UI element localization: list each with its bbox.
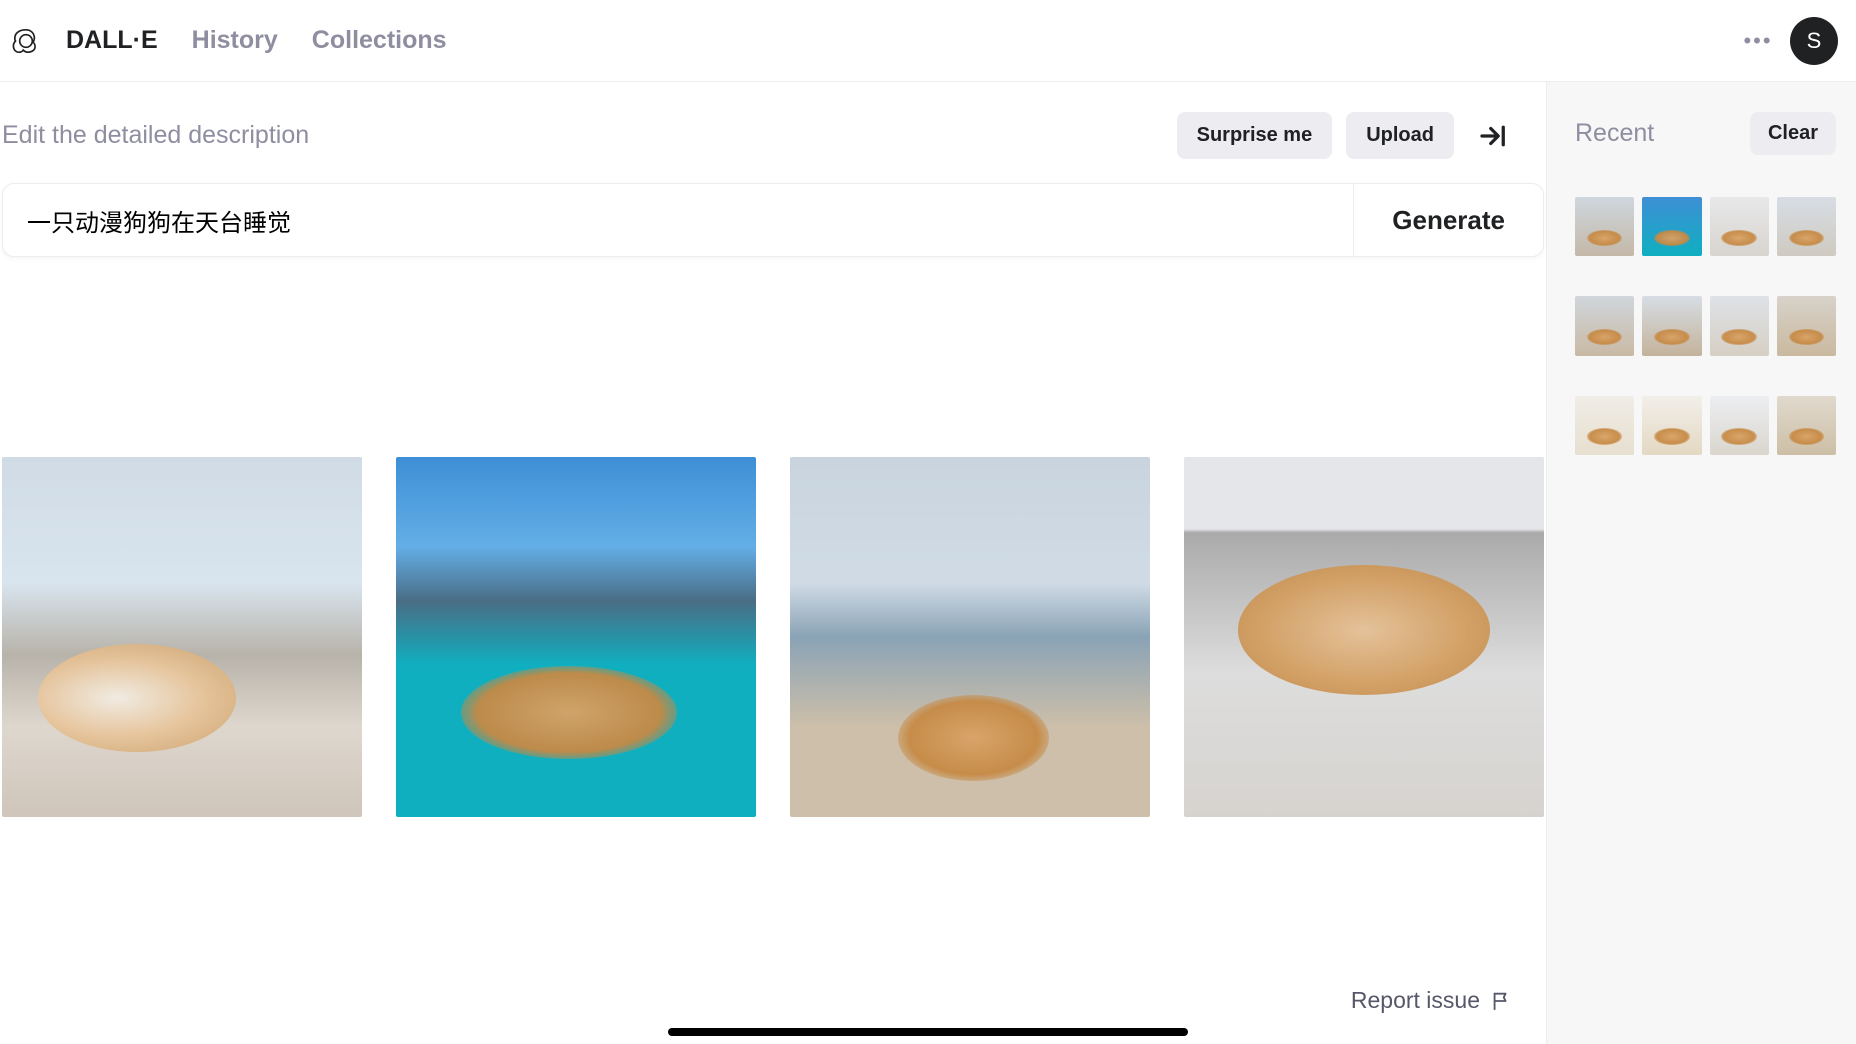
recent-thumb[interactable] xyxy=(1777,296,1836,355)
prompt-bar: Generate xyxy=(2,183,1544,257)
result-image[interactable] xyxy=(2,457,362,817)
recent-thumb[interactable] xyxy=(1642,296,1701,355)
recent-thumb[interactable] xyxy=(1710,396,1769,455)
recent-thumb[interactable] xyxy=(1710,296,1769,355)
main: Edit the detailed description Surprise m… xyxy=(0,82,1856,1044)
report-issue-label: Report issue xyxy=(1351,987,1480,1014)
report-issue-button[interactable]: Report issue xyxy=(1351,987,1512,1014)
recent-thumb[interactable] xyxy=(1642,197,1701,256)
nav-collections[interactable]: Collections xyxy=(312,26,447,55)
flag-icon xyxy=(1490,990,1512,1012)
recent-thumb[interactable] xyxy=(1710,197,1769,256)
collapse-sidebar-icon[interactable] xyxy=(1474,118,1510,154)
more-menu-icon[interactable]: ••• xyxy=(1738,21,1778,61)
clear-button[interactable]: Clear xyxy=(1750,112,1836,155)
page-title: Edit the detailed description xyxy=(2,121,309,150)
recent-thumb[interactable] xyxy=(1777,396,1836,455)
recent-thumb[interactable] xyxy=(1575,396,1634,455)
recent-thumb[interactable] xyxy=(1575,197,1634,256)
prompt-input[interactable] xyxy=(3,184,1353,256)
result-image[interactable] xyxy=(1184,457,1544,817)
recent-group xyxy=(1575,296,1836,355)
openai-logo-icon[interactable] xyxy=(12,27,40,55)
recent-sidebar: Recent Clear xyxy=(1546,82,1856,1044)
recent-group xyxy=(1575,197,1836,256)
surprise-me-button[interactable]: Surprise me xyxy=(1177,112,1333,159)
results-grid xyxy=(0,257,1546,817)
home-indicator xyxy=(668,1028,1188,1036)
sub-header: Edit the detailed description Surprise m… xyxy=(0,82,1546,183)
result-image[interactable] xyxy=(790,457,1150,817)
upload-button[interactable]: Upload xyxy=(1346,112,1454,159)
nav-dalle[interactable]: DALL·E xyxy=(66,26,158,55)
content-area: Edit the detailed description Surprise m… xyxy=(0,82,1546,1044)
avatar[interactable]: S xyxy=(1790,17,1838,65)
recent-group xyxy=(1575,396,1836,455)
nav-history[interactable]: History xyxy=(192,26,278,55)
result-image[interactable] xyxy=(396,457,756,817)
recent-thumb[interactable] xyxy=(1642,396,1701,455)
sidebar-title: Recent xyxy=(1575,119,1654,148)
sidebar-header: Recent Clear xyxy=(1575,112,1836,155)
recent-thumb[interactable] xyxy=(1575,296,1634,355)
generate-button[interactable]: Generate xyxy=(1353,184,1543,256)
top-nav: DALL·E History Collections ••• S xyxy=(0,0,1856,82)
recent-thumb[interactable] xyxy=(1777,197,1836,256)
